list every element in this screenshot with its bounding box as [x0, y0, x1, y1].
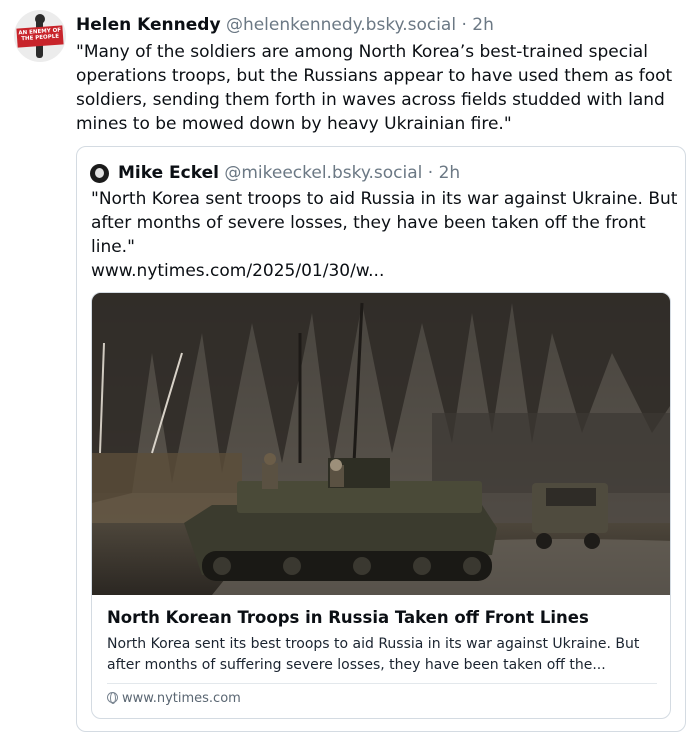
quoted-post[interactable]: Mike Eckel @mikeeckel.bsky.social · 2h "…	[76, 146, 686, 732]
quote-header-separator: ·	[427, 163, 434, 183]
quote-text: "North Korea sent troops to aid Russia i…	[91, 187, 681, 283]
quote-author-name[interactable]: Mike Eckel	[118, 163, 219, 183]
link-card-divider	[107, 683, 657, 684]
author-avatar[interactable]: AN ENEMY OF THE PEOPLE	[14, 10, 66, 62]
link-card-title[interactable]: North Korean Troops in Russia Taken off …	[107, 607, 657, 629]
quote-header: Mike Eckel @mikeeckel.bsky.social · 2h	[118, 162, 460, 184]
post[interactable]: AN ENEMY OF THE PEOPLE Helen Kennedy @he…	[0, 0, 690, 736]
post-text: "Many of the soldiers are among North Ko…	[76, 42, 673, 134]
link-card-domain: www.nytimes.com	[122, 691, 241, 706]
quote-author-handle[interactable]: @mikeeckel.bsky.social	[224, 163, 422, 183]
quote-body: "North Korea sent troops to aid Russia i…	[91, 189, 678, 257]
tank-photo	[92, 293, 670, 595]
link-card-image[interactable]	[92, 293, 670, 595]
post-time[interactable]: 2h	[472, 15, 494, 35]
header-separator: ·	[461, 15, 467, 35]
quote-author-avatar[interactable]	[90, 164, 109, 183]
link-card-description: North Korea sent its best troops to aid …	[107, 636, 640, 673]
author-name[interactable]: Helen Kennedy	[76, 15, 221, 35]
post-header: Helen Kennedy @helenkennedy.bsky.social …	[76, 14, 494, 36]
quote-time[interactable]: 2h	[439, 163, 461, 183]
link-card[interactable]: North Korean Troops in Russia Taken off …	[91, 292, 671, 719]
quote-link[interactable]: www.nytimes.com/2025/01/30/w...	[91, 259, 681, 283]
globe-icon	[107, 692, 118, 704]
link-card-domain-row: www.nytimes.com	[107, 690, 241, 708]
author-handle[interactable]: @helenkennedy.bsky.social	[226, 15, 456, 35]
